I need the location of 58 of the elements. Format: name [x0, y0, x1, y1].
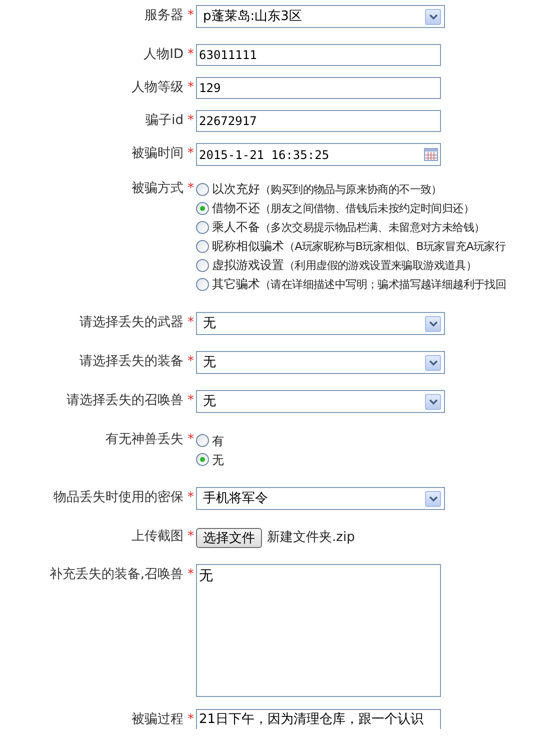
required-marker: *	[188, 392, 194, 410]
select-field[interactable]: 无	[196, 351, 445, 374]
option-label: 昵称相似骗术（A玩家昵称与B玩家相似、B玩家冒充A玩家行	[212, 238, 506, 256]
select-field[interactable]: 手机将军令	[196, 487, 445, 510]
required-marker: *	[188, 180, 194, 198]
text-area[interactable]: 21日下午，因为清理仓库，跟一个认识	[196, 709, 441, 729]
select-field[interactable]: p蓬莱岛:山东3区	[196, 5, 445, 28]
required-marker: *	[188, 314, 194, 332]
field-label: 被骗时间	[132, 145, 184, 163]
input-field[interactable]: 22672917	[196, 110, 441, 132]
date-field[interactable]: 2015-1-21 16:35:25	[196, 143, 441, 166]
required-marker: *	[188, 7, 194, 25]
field-label: 被骗方式	[132, 180, 184, 198]
required-marker: *	[188, 431, 194, 449]
field-label: 人物ID	[144, 46, 184, 64]
text-area[interactable]: 无	[196, 564, 441, 697]
required-marker: *	[188, 528, 194, 546]
field-label: 补充丢失的装备,召唤兽	[49, 566, 184, 584]
radio-button[interactable]	[196, 434, 209, 447]
required-marker: *	[188, 145, 194, 163]
field-label: 物品丢失时使用的密保	[54, 489, 184, 507]
radio-button[interactable]	[196, 240, 209, 253]
calendar-icon	[424, 148, 438, 161]
select-field[interactable]: 无	[196, 390, 445, 413]
field-label: 服务器	[144, 7, 184, 25]
field-label: 上传截图	[132, 528, 184, 546]
radio-button[interactable]	[196, 453, 209, 466]
option-label: 无	[212, 452, 224, 468]
select-field[interactable]: 无	[196, 312, 445, 335]
field-label: 请选择丢失的武器	[80, 314, 184, 332]
radio-button[interactable]	[196, 221, 209, 234]
option-label: 有	[212, 432, 224, 450]
required-marker: *	[188, 711, 194, 729]
field-label: 被骗过程	[132, 711, 184, 729]
field-label: 有无神兽丢失	[106, 431, 184, 449]
radio-button[interactable]	[196, 183, 209, 196]
required-marker: *	[188, 353, 194, 371]
required-marker: *	[188, 489, 194, 507]
option-label: 其它骗术（请在详细描述中写明；骗术描写越详细越利于找回	[212, 276, 506, 294]
required-marker: *	[188, 46, 194, 64]
file-name: 新建文件夹.zip	[267, 529, 355, 548]
field-label: 请选择丢失的装备	[80, 353, 184, 371]
field-label: 请选择丢失的召唤兽	[66, 392, 184, 410]
required-marker: *	[188, 566, 194, 584]
input-field[interactable]: 63011111	[196, 44, 441, 66]
radio-button[interactable]	[196, 259, 209, 272]
option-label: 以次充好（购买到的物品与原来协商的不一致）	[212, 181, 442, 198]
required-marker: *	[188, 112, 194, 130]
input-field[interactable]: 129	[196, 77, 441, 99]
field-label: 人物等级	[132, 79, 184, 97]
choose-file-button[interactable]: 选择文件	[196, 528, 262, 548]
option-label: 乘人不备（多次交易提示物品栏满、未留意对方未给钱）	[212, 219, 485, 236]
option-label: 借物不还（朋友之间借物、借钱后未按约定时间归还）	[212, 200, 474, 218]
radio-button[interactable]	[196, 278, 209, 291]
radio-button[interactable]	[196, 202, 209, 215]
field-label: 骗子id	[146, 112, 184, 130]
required-marker: *	[188, 79, 194, 97]
option-label: 虚拟游戏设置（利用虚假的游戏设置来骗取游戏道具）	[212, 257, 477, 274]
